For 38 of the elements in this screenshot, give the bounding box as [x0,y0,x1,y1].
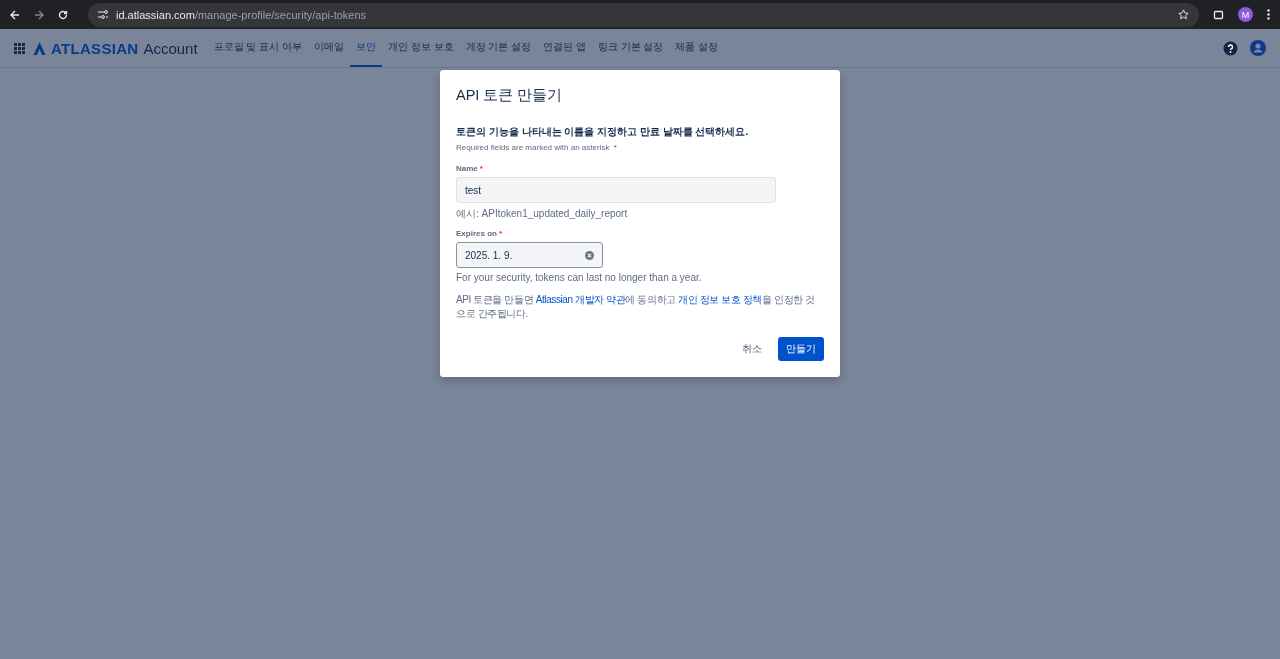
address-bar[interactable]: id.atlassian.com/manage-profile/security/api-tokens [88,2,1199,27]
dialog-title: API 토큰 만들기 [456,86,564,105]
nav-tab[interactable]: 계정 기본 설정 [459,29,538,67]
user-avatar-icon[interactable] [1250,40,1266,56]
nav-tab[interactable]: 이메일 [307,29,350,67]
terms-link[interactable]: Atlassian 개발자 약관 [535,294,626,305]
logo-icon [33,41,46,55]
back-arrow-icon[interactable] [10,9,20,20]
terms-notice: API 토큰을 만들면 Atlassian 개발자 약관에 동의하고 개인 정보 보호 정책을 인정한 것으로 간주됩니다. [456,293,816,321]
nav-tab[interactable]: 보안 [349,29,382,67]
star-icon[interactable] [1178,9,1189,20]
nav-tab[interactable]: 연결된 앱 [537,29,592,67]
date-field[interactable]: 2025. 1. 9. [456,242,603,268]
nav-tab[interactable]: 제품 설정 [669,29,725,67]
dialog-subtitle: 토큰의 기능을 나타내는 이름을 지정하고 만료 날짜를 선택하세요. [456,125,750,139]
app-grid-icon[interactable] [14,42,25,54]
logo-wordmark: ATLASSIAN [51,39,139,57]
forward-arrow-icon[interactable] [34,9,44,20]
site-settings-icon [98,10,108,19]
helper-text: For your security, tokens can last no longer than a year. [456,272,703,283]
reload-icon[interactable] [58,9,68,20]
help-icon[interactable] [1223,40,1238,56]
helper-text: 예시: APItoken1_updated_daily_report [456,207,629,221]
field-label: Name * [456,164,484,173]
extensions-icon[interactable] [1213,9,1224,20]
nav-tab[interactable]: 개인 정보 보호 [381,29,460,67]
nav-tab[interactable]: 링크 기본 설정 [591,29,670,67]
logo-product-name: Account [143,39,198,57]
more-menu-icon[interactable] [1267,9,1270,20]
field-label: Expires on * [456,229,504,238]
cancel-button[interactable]: 취소 [732,337,772,361]
input-field[interactable]: test [456,177,776,203]
clear-icon[interactable] [585,250,594,260]
profile-avatar[interactable]: M [1238,7,1253,22]
create-button[interactable]: 만들기 [778,337,824,361]
nav-tab[interactable]: 프로필 및 표시 여부 [207,29,308,67]
required-fields-note: Required fields are marked with an asterisk * [456,143,618,152]
terms-link[interactable]: 개인 정보 보호 정책 [678,294,763,305]
